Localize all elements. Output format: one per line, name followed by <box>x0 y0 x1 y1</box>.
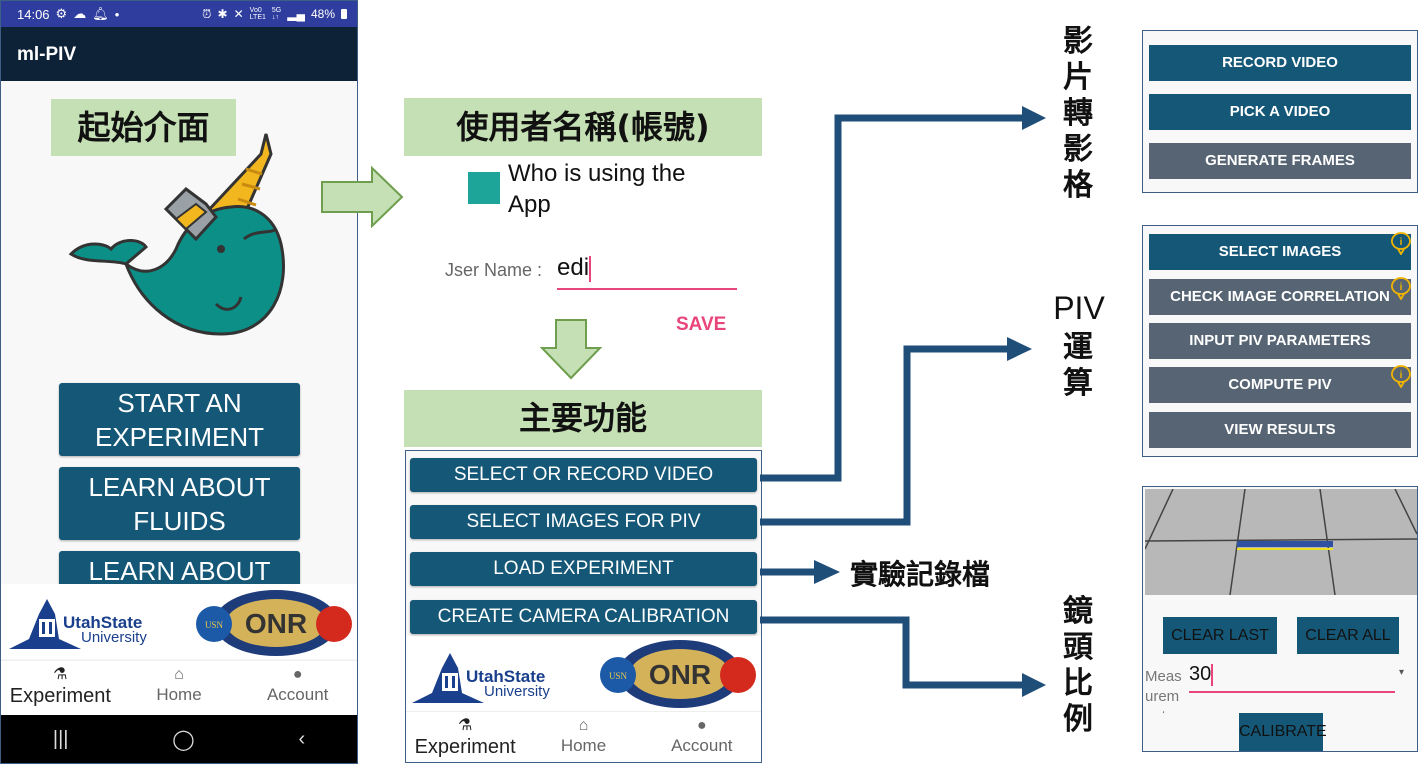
svg-text:i: i <box>1400 237 1403 248</box>
view-results-button[interactable]: VIEW RESULTS <box>1149 412 1411 448</box>
input-piv-parameters-button[interactable]: INPUT PIV PARAMETERS <box>1149 323 1411 359</box>
connector-video <box>760 114 1025 482</box>
piv-label-line1: PIV <box>1053 290 1105 326</box>
video-to-frames-label: 影片轉影格 <box>1058 24 1098 204</box>
piv-panel: SELECT IMAGES i CHECK IMAGE CORRELATION … <box>1142 225 1418 457</box>
dropdown-arrow-icon[interactable]: ▾ <box>1399 667 1404 678</box>
info-icon[interactable]: i <box>1389 231 1413 255</box>
info-icon[interactable]: i <box>1389 364 1413 388</box>
arrowhead-load-icon <box>814 560 840 584</box>
measurement-value: 30 <box>1189 663 1212 685</box>
arrowhead-calibration-icon <box>1022 673 1046 697</box>
lens-scale-text: 鏡頭比例 <box>1063 594 1093 737</box>
connector-piv <box>760 345 1010 526</box>
arrowhead-video-icon <box>1022 106 1046 130</box>
pick-a-video-button[interactable]: PICK A VIDEO <box>1149 94 1411 130</box>
compute-piv-button[interactable]: COMPUTE PIV i <box>1149 364 1413 403</box>
video-panel: RECORD VIDEO PICK A VIDEO GENERATE FRAME… <box>1142 30 1418 193</box>
check-image-correlation-button[interactable]: CHECK IMAGE CORRELATION i <box>1149 276 1413 315</box>
connector-calibration <box>760 616 1025 689</box>
info-icon[interactable]: i <box>1389 276 1413 300</box>
calibration-panel: CLEAR LAST CLEAR ALL Meas urem ent 30 ▾ … <box>1142 486 1418 752</box>
svg-text:i: i <box>1400 370 1403 381</box>
record-video-button[interactable]: RECORD VIDEO <box>1149 45 1411 81</box>
video-to-frames-text: 影片轉影格 <box>1063 24 1093 203</box>
clear-all-button[interactable]: CLEAR ALL <box>1297 617 1399 654</box>
lens-scale-label: 鏡頭比例 <box>1058 594 1098 738</box>
piv-compute-label: 運算 <box>1058 330 1098 402</box>
measurement-input[interactable]: 30 <box>1189 663 1395 693</box>
measurement-label: Meas urem ent <box>1145 668 1182 713</box>
svg-text:i: i <box>1400 282 1403 293</box>
experiment-log-label: 實驗記錄檔 <box>850 558 991 591</box>
generate-frames-button[interactable]: GENERATE FRAMES <box>1149 143 1411 179</box>
select-images-button[interactable]: SELECT IMAGES i <box>1149 231 1413 270</box>
calibrate-button[interactable]: CALIBRATE <box>1239 713 1327 751</box>
select-images-label: SELECT IMAGES <box>1218 243 1342 260</box>
clear-last-button[interactable]: CLEAR LAST <box>1163 617 1277 654</box>
calibration-photo <box>1145 489 1417 595</box>
check-image-correlation-label: CHECK IMAGE CORRELATION <box>1170 288 1390 305</box>
piv-compute-text: 運算 <box>1063 330 1093 401</box>
text-cursor <box>1211 663 1214 686</box>
arrowhead-piv-icon <box>1007 337 1032 361</box>
compute-piv-label: COMPUTE PIV <box>1228 376 1332 393</box>
